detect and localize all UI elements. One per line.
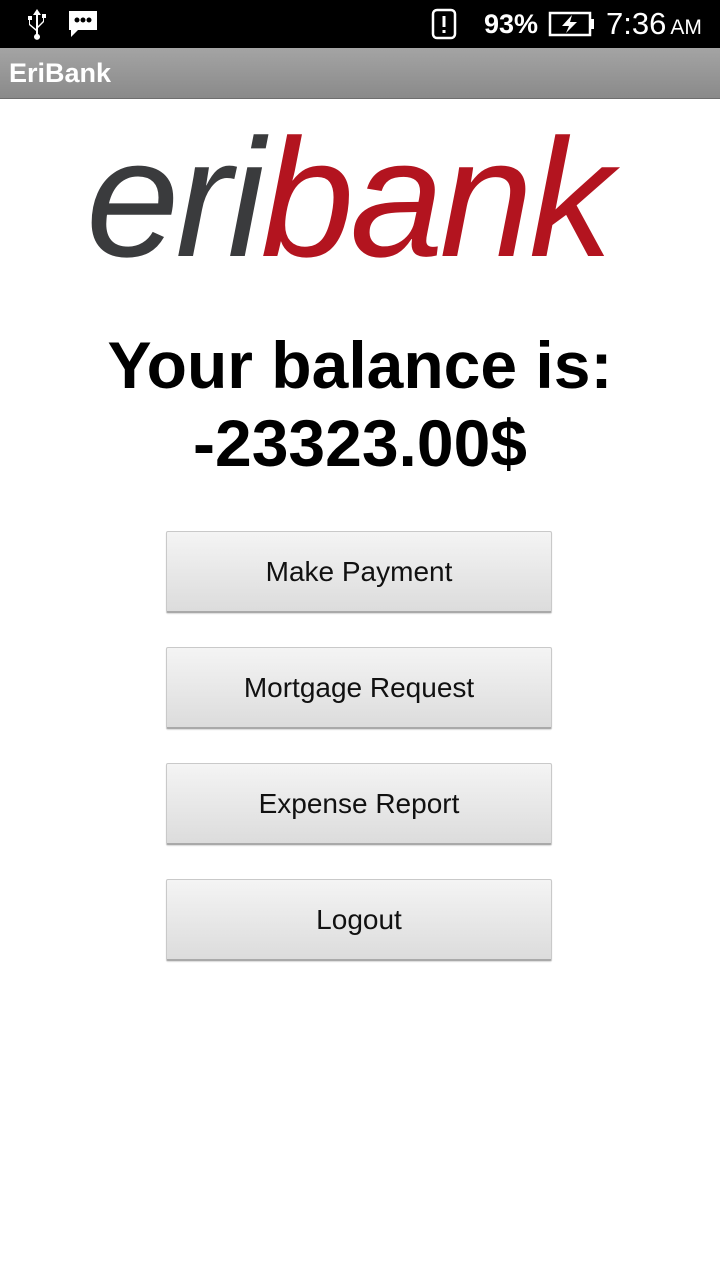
- make-payment-button[interactable]: Make Payment: [166, 531, 552, 613]
- clock-ampm: AM: [670, 16, 702, 39]
- mortgage-request-button[interactable]: Mortgage Request: [166, 647, 552, 729]
- eribank-logo: eribank: [86, 114, 646, 282]
- message-icon: [66, 0, 100, 48]
- clock-time: 7:36: [606, 6, 667, 41]
- battery-charging-icon: [548, 0, 596, 48]
- balance-amount: -23323.00$: [193, 406, 527, 480]
- logout-button[interactable]: Logout: [166, 879, 552, 961]
- clock: 7:36 AM: [606, 0, 702, 48]
- balance-label: Your balance is:: [107, 328, 613, 402]
- logo-eri: eri: [86, 104, 265, 292]
- logo-bank: bank: [260, 104, 613, 292]
- app-title: EriBank: [9, 57, 112, 88]
- status-bar: 93% 7:36 AM: [0, 0, 720, 48]
- alert-icon: [430, 0, 458, 48]
- app-bar: EriBank: [0, 48, 720, 99]
- expense-report-button[interactable]: Expense Report: [166, 763, 552, 845]
- balance-display: Your balance is: -23323.00$: [0, 326, 720, 482]
- battery-percent: 93%: [484, 8, 539, 39]
- usb-icon: [22, 0, 52, 48]
